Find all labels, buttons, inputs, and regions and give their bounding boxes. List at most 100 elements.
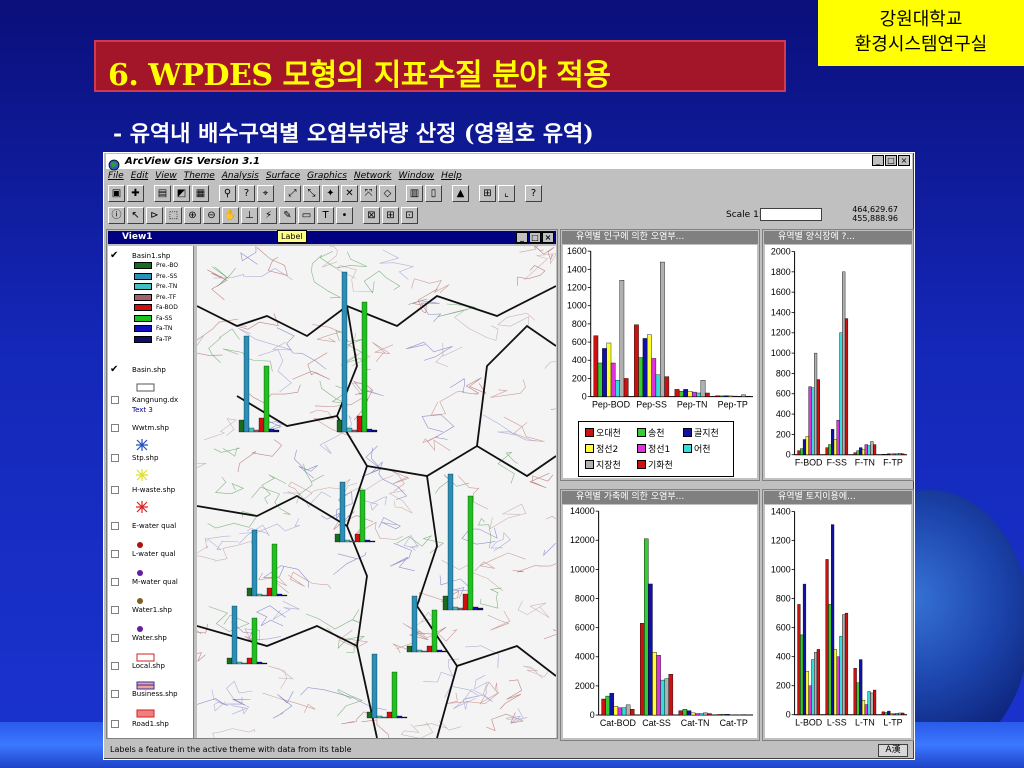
view-maximize-button[interactable]: □ [529,232,541,243]
toc-checkbox[interactable] [111,578,119,586]
chart-bar [690,712,696,716]
menu-analysis[interactable]: Analysis [222,171,259,183]
zoom-previous-icon[interactable]: ◇ [379,185,396,202]
locate-icon[interactable]: ⌖ [257,185,274,202]
menu-window[interactable]: Window [398,171,434,183]
find-icon[interactable]: ⚲ [219,185,236,202]
contour-line [461,527,498,545]
chart-bar [890,453,894,455]
chart-bar [864,444,868,455]
table-icon[interactable]: ▦ [192,185,209,202]
contour-line [490,379,526,398]
chart-legend: 오대천 송천 골지천 정선2 정선1 어천 지장천 기화천 [578,421,734,477]
hotlink-icon[interactable]: ⚡ [260,207,277,224]
toc-checkbox[interactable] [111,522,119,530]
network-icon[interactable]: ⊡ [401,207,418,224]
toc-layer-name[interactable]: Wwtm.shp [132,424,169,432]
zoom-in-icon[interactable]: ⊕ [184,207,201,224]
x-tick-label: Cat-TN [681,718,710,728]
toc-checkbox[interactable] [111,634,119,642]
map-area[interactable] [197,246,556,738]
measure-icon[interactable]: ⊥ [241,207,258,224]
layout-icon[interactable]: ⊞ [479,185,496,202]
split-icon[interactable]: ⊞ [382,207,399,224]
contour-line [517,265,546,286]
ime-indicator[interactable]: A漢 [878,744,908,757]
save-icon[interactable]: ▣ [108,185,125,202]
basin-bar [238,419,245,433]
maximize-button[interactable]: □ [885,155,897,166]
menu-edit[interactable]: Edit [131,171,148,183]
toc-checkbox[interactable] [111,662,119,670]
toc-checkbox[interactable] [111,454,119,462]
identify-icon[interactable]: ⓘ [108,207,125,224]
toc-checkbox[interactable] [111,550,119,558]
toc-layer-name[interactable]: E-water qual [132,522,176,530]
menu-file[interactable]: File [108,171,124,183]
menu-graphics[interactable]: Graphics [307,171,347,183]
help-icon[interactable]: ? [525,185,542,202]
toc-layer-name[interactable]: Basin.shp [132,366,166,374]
zoom-active-icon[interactable]: ⤡ [303,185,320,202]
x-tick-label: Pep-TP [718,400,748,410]
close-button[interactable]: × [898,155,910,166]
toc-layer-name[interactable]: Kangnung.dx [132,396,178,404]
zoom-out-icon[interactable]: ⊖ [203,207,220,224]
basin-bar [356,415,363,433]
pointer-icon[interactable]: ↖ [127,207,144,224]
edit-legend-icon[interactable]: ◩ [173,185,190,202]
chart-bar [723,395,729,397]
vertex-edit-icon[interactable]: ⊳ [146,207,163,224]
menu-help[interactable]: Help [441,171,462,183]
select-feature-icon[interactable]: ⬚ [165,207,182,224]
toc-checkbox-checked[interactable]: ✔ [110,364,118,375]
zoom-in-fixed-icon[interactable]: ✕ [341,185,358,202]
basin-legend-swatch [134,325,152,332]
x-tick-label: Cat-SS [642,718,671,728]
minimize-button[interactable]: _ [872,155,884,166]
toc-layer-name[interactable]: Stp.shp [132,454,158,462]
chart-bar [844,612,849,715]
y-tick-label: 800 [776,368,791,378]
label-icon[interactable]: ✎ [279,207,296,224]
toc-checkbox-checked[interactable]: ✔ [110,250,118,261]
zoom-selected-icon[interactable]: ✦ [322,185,339,202]
menu-surface[interactable]: Surface [266,171,300,183]
basin-bar [366,711,373,719]
map-canvas[interactable] [197,246,556,738]
theme-properties-icon[interactable]: ▤ [154,185,171,202]
chart-bar [609,692,615,716]
toc-checkbox[interactable] [111,720,119,728]
basin-bar [401,716,408,719]
clear-selection-icon[interactable]: ▯ [425,185,442,202]
text-tool-icon[interactable]: T [317,207,334,224]
toc-layer-name[interactable]: Basin1.shp [132,252,170,260]
toc-checkbox[interactable] [111,606,119,614]
toc-layer-name[interactable]: H-waste.shp [132,486,175,494]
area-label-icon[interactable]: ▭ [298,207,315,224]
promote-icon[interactable]: ▲ [452,185,469,202]
zoom-out-fixed-icon[interactable]: ⤧ [360,185,377,202]
chart-icon[interactable]: ⌞ [498,185,515,202]
x-tick-label: Pep-BOD [592,400,630,410]
query-icon[interactable]: ? [238,185,255,202]
pan-icon[interactable]: ✋ [222,207,239,224]
toc-checkbox[interactable] [111,396,119,404]
toc-checkbox[interactable] [111,424,119,432]
add-theme-icon[interactable]: ✚ [127,185,144,202]
view-minimize-button[interactable]: _ [516,232,528,243]
scale-input[interactable] [760,208,822,221]
contour-line [435,342,463,367]
toc-checkbox[interactable] [111,486,119,494]
toc-checkbox[interactable] [111,690,119,698]
menu-theme[interactable]: Theme [184,171,215,183]
view-close-button[interactable]: × [542,232,554,243]
zoom-full-icon[interactable]: ⤢ [284,185,301,202]
y-tick-label: 1000 [771,565,791,575]
draw-tool-icon[interactable]: • [336,207,353,224]
menu-network[interactable]: Network [354,171,392,183]
menu-view[interactable]: View [155,171,177,183]
select-features-icon[interactable]: ▥ [406,185,423,202]
snap-icon[interactable]: ⊠ [363,207,380,224]
chart-bar [640,623,645,716]
